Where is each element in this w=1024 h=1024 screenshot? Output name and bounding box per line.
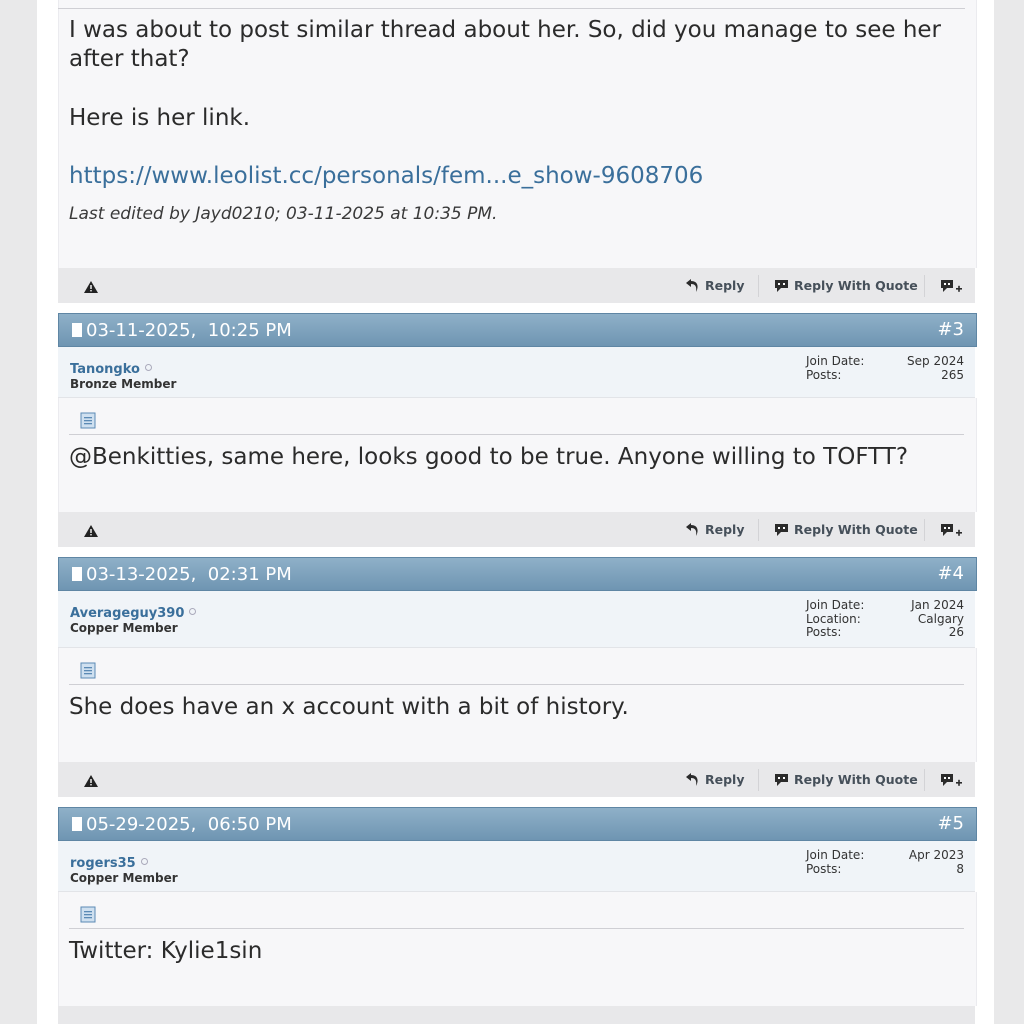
divider xyxy=(69,684,964,685)
divider xyxy=(58,8,965,9)
post-date: 03-13-2025, 02:31 PM xyxy=(86,564,292,585)
post-document-icon xyxy=(80,662,96,679)
location-value: Calgary xyxy=(917,611,964,626)
quote-icon xyxy=(775,773,788,786)
separator xyxy=(924,769,925,791)
reply-label: Reply xyxy=(705,772,745,787)
reply-with-quote-button[interactable]: Reply With Quote xyxy=(774,512,918,547)
divider xyxy=(69,928,964,929)
post-date: 03-11-2025, 10:25 PM xyxy=(86,320,292,341)
separator xyxy=(758,275,759,297)
posts-value: 265 xyxy=(941,367,964,382)
post-actions-bar: Reply Reply With Quote xyxy=(58,512,975,547)
post-message-line: I was about to post similar thread about… xyxy=(69,17,942,43)
reply-button[interactable]: Reply xyxy=(686,762,744,797)
divider xyxy=(69,434,964,435)
post-message: @Benkitties, same here, looks good to be… xyxy=(69,444,909,470)
reply-with-quote-label: Reply With Quote xyxy=(794,278,918,293)
user-stat-labels: Join Date: Posts: xyxy=(806,354,865,382)
reply-label: Reply xyxy=(705,522,745,537)
online-status-icon xyxy=(140,858,148,865)
username-link[interactable]: Tanongko xyxy=(70,362,152,377)
reply-arrow-icon xyxy=(686,773,698,786)
user-rank: Bronze Member xyxy=(70,377,177,391)
user-info-bar: Averageguy390 Copper Member Join Date: L… xyxy=(58,591,975,648)
reply-with-quote-button[interactable]: Reply With Quote xyxy=(774,762,918,797)
posts-label: Posts: xyxy=(806,861,842,876)
user-stat-values: Apr 2023 8 xyxy=(908,848,964,876)
user-stat-labels: Join Date: Location: Posts: xyxy=(806,598,865,640)
post-link[interactable]: https://www.leolist.cc/personals/fem...e… xyxy=(69,163,703,189)
posts-value: 8 xyxy=(956,861,964,876)
user-info-bar: Tanongko Bronze Member Join Date: Posts:… xyxy=(58,347,975,398)
post-message: Twitter: Kylie1sin xyxy=(69,938,263,964)
posts-label: Posts: xyxy=(806,625,842,639)
reply-arrow-icon xyxy=(686,523,698,536)
join-date-value: Jan 2024 xyxy=(911,598,964,612)
reply-label: Reply xyxy=(705,278,745,293)
reply-with-quote-label: Reply With Quote xyxy=(794,522,918,537)
join-date-label: Join Date: xyxy=(806,354,865,368)
username[interactable]: Tanongko xyxy=(70,362,140,377)
user-stat-values: Jan 2024 Calgary 26 xyxy=(911,598,964,640)
post-header: 03-11-2025, 10:25 PM #3 xyxy=(58,313,977,347)
separator xyxy=(924,275,925,297)
reply-arrow-icon xyxy=(686,279,698,292)
posts-value: 26 xyxy=(948,625,964,639)
post-message-line: Here is her link. xyxy=(69,105,251,131)
username-link[interactable]: rogers35 xyxy=(70,856,148,871)
separator xyxy=(758,519,759,541)
warning-icon[interactable] xyxy=(84,281,98,293)
post-status-icon xyxy=(72,323,82,337)
post-message: She does have an x account with a bit of… xyxy=(69,694,629,720)
user-rank: Copper Member xyxy=(70,871,178,885)
join-date-value: Apr 2023 xyxy=(908,848,964,862)
post-actions-bar xyxy=(58,1006,975,1024)
reply-button[interactable]: Reply xyxy=(686,512,744,547)
multiquote-icon[interactable] xyxy=(940,279,962,294)
posts-label: Posts: xyxy=(806,367,842,382)
user-stat-labels: Join Date: Posts: xyxy=(806,848,865,876)
username-link[interactable]: Averageguy390 xyxy=(70,606,197,621)
user-info-bar: rogers35 Copper Member Join Date: Posts:… xyxy=(58,841,975,892)
post-document-icon xyxy=(80,412,96,429)
online-status-icon xyxy=(144,364,152,371)
post-status-icon xyxy=(72,817,82,831)
post-actions-bar: Reply Reply With Quote xyxy=(58,762,975,797)
multiquote-icon[interactable] xyxy=(940,773,962,788)
multiquote-icon[interactable] xyxy=(940,523,962,538)
join-date-value: Sep 2024 xyxy=(907,354,964,368)
separator xyxy=(924,519,925,541)
quote-icon xyxy=(775,523,788,536)
post-header: 05-29-2025, 06:50 PM #5 xyxy=(58,807,977,841)
user-stat-values: Sep 2024 265 xyxy=(907,354,964,382)
username[interactable]: Averageguy390 xyxy=(70,606,184,621)
location-label: Location: xyxy=(806,611,861,626)
reply-with-quote-button[interactable]: Reply With Quote xyxy=(774,268,918,303)
post-status-icon xyxy=(72,567,82,581)
post-number-link[interactable]: #5 xyxy=(937,813,964,834)
reply-button[interactable]: Reply xyxy=(686,268,744,303)
quote-icon xyxy=(775,279,788,292)
post-document-icon xyxy=(80,906,96,923)
last-edited-note: Last edited by Jayd0210; 03-11-2025 at 1… xyxy=(69,204,498,224)
join-date-label: Join Date: xyxy=(806,598,865,612)
post-date: 05-29-2025, 06:50 PM xyxy=(86,814,292,835)
username[interactable]: rogers35 xyxy=(70,856,136,871)
post-number-link[interactable]: #4 xyxy=(937,563,964,584)
post-message-line: after that? xyxy=(69,46,190,72)
warning-icon[interactable] xyxy=(84,525,98,537)
warning-icon[interactable] xyxy=(84,775,98,787)
reply-with-quote-label: Reply With Quote xyxy=(794,772,918,787)
join-date-label: Join Date: xyxy=(806,848,865,862)
user-rank: Copper Member xyxy=(70,621,178,635)
separator xyxy=(758,769,759,791)
post-header: 03-13-2025, 02:31 PM #4 xyxy=(58,557,977,591)
online-status-icon xyxy=(189,608,197,615)
post-actions-bar: Reply Reply With Quote xyxy=(58,268,975,303)
post-number-link[interactable]: #3 xyxy=(937,319,964,340)
